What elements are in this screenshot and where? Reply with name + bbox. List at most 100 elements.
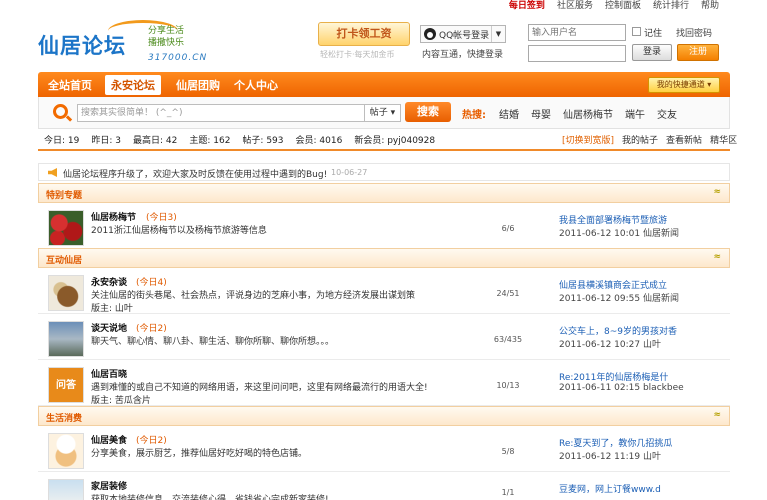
forum-counts: 10/13 (496, 381, 520, 390)
help-link[interactable]: 帮助 (701, 0, 719, 12)
control-panel-link[interactable]: 控制面板 (605, 0, 641, 12)
forum-counts: 6/6 (501, 224, 515, 233)
forum-moderators[interactable]: 版主: 苦瓜含片 (91, 393, 151, 406)
collapse-icon[interactable]: ≈ (713, 252, 721, 262)
hot-tag[interactable]: 结婚 (499, 106, 519, 121)
hot-tag[interactable]: 母婴 (531, 106, 551, 121)
stat-highest: 最高日: 42 (132, 136, 178, 146)
qq-login-button[interactable]: QQ帐号登录 ▼ (420, 25, 506, 43)
remember-checkbox[interactable] (632, 27, 641, 36)
collapse-icon[interactable]: ≈ (713, 187, 721, 197)
search-icon (53, 104, 68, 119)
forum-name[interactable]: 仙居百晓 (91, 367, 127, 380)
forum-thumbnail[interactable] (48, 479, 84, 500)
password-input[interactable] (528, 45, 626, 62)
community-service-link[interactable]: 社区服务 (557, 0, 593, 12)
hot-tag[interactable]: 仙居杨梅节 (563, 106, 613, 121)
collapse-icon[interactable]: ≈ (713, 410, 721, 420)
forum-moderators[interactable]: 版主: 山叶 (91, 301, 133, 314)
quick-access-dropdown[interactable]: 我的快捷通道 ▾ (648, 77, 720, 93)
forum-thumbnail[interactable] (48, 210, 84, 246)
login-button[interactable]: 登录 (632, 44, 672, 61)
hot-search-tags: 结婚 母婴 仙居杨梅节 端午 交友 (499, 106, 677, 121)
forum-name[interactable]: 永安杂谈 (91, 275, 127, 288)
category-title[interactable]: 特别专题 (46, 188, 82, 201)
username-input[interactable] (528, 24, 626, 41)
nav-item-yongan-forum[interactable]: 永安论坛 (105, 75, 161, 95)
forum-row: 家居装修 获取本地装修信息，交流装修心得，省钱省心完成新家装修! 1/1 豆麦网… (38, 472, 730, 500)
stat-today: 今日: 19 (44, 136, 80, 146)
digest-link[interactable]: 精华区 (710, 133, 737, 146)
forum-thumbnail[interactable]: 问答 (48, 367, 84, 403)
stat-new-member[interactable]: 新会员: pyj040928 (354, 133, 435, 146)
category-title[interactable]: 互动仙居 (46, 253, 82, 266)
daily-sign-in-link[interactable]: 每日签到 (509, 0, 545, 12)
nav-item-group-buy[interactable]: 仙居团购 (176, 77, 220, 93)
last-post-meta: 2011-06-12 11:19 山叶 (559, 452, 661, 462)
chevron-down-icon[interactable]: ▼ (491, 26, 505, 42)
stats-ranking-link[interactable]: 统计排行 (653, 0, 689, 12)
forum-thumbnail[interactable] (48, 275, 84, 311)
find-password-link[interactable]: 找回密码 (676, 26, 712, 39)
top-utility-bar: 每日签到 社区服务 控制面板 统计排行 帮助 (0, 0, 767, 12)
logo-name: 仙居论坛 (38, 33, 126, 58)
search-type-select[interactable]: 帖子 ▾ (365, 104, 401, 122)
hot-tag[interactable]: 交友 (657, 106, 677, 121)
announcement-date: 10-06-27 (331, 168, 368, 177)
punch-card-subtext: 轻松打卡·每天加金币 (320, 50, 395, 59)
logo-slogan-line-2: 播撒快乐 (148, 38, 185, 48)
section-divider (38, 149, 730, 151)
qq-login-subtext: 内容互通，快捷登录 (422, 50, 504, 60)
remember-label: 记住 (644, 29, 663, 39)
last-post-title[interactable]: 仙居县横溪镇商会正式成立 (559, 278, 709, 291)
forum-counts: 24/51 (496, 289, 520, 298)
category-title[interactable]: 生活消费 (46, 411, 82, 424)
punch-card-button[interactable]: 打卡领工资 (318, 22, 410, 46)
last-post-title[interactable]: 我县全面部署杨梅节暨旅游 (559, 213, 709, 226)
forum-row: 永安杂谈 (今日4) 关注仙居的街头巷尾、社会热点，评说身边的芝麻小事，为地方经… (38, 268, 730, 314)
forum-thumbnail[interactable] (48, 321, 84, 357)
hot-tag[interactable]: 端午 (625, 106, 645, 121)
announcement-text[interactable]: 仙居论坛程序升级了，欢迎大家及时反馈在使用过程中遇到的Bug! (63, 167, 327, 180)
forum-description: 分享美食，展示厨艺，推荐仙居好吃好喝的特色店铺。 (91, 449, 308, 459)
new-posts-link[interactable]: 查看新帖 (666, 133, 702, 146)
forum-row: 谈天说地 (今日2) 聊天气、聊心情、聊八卦、聊生活、聊你所聊、聊你所想。。。 … (38, 314, 730, 360)
forum-name[interactable]: 仙居美食 (91, 433, 127, 446)
forum-today-count: (今日2) (136, 436, 167, 446)
forum-counts: 1/1 (501, 488, 515, 497)
forum-thumbnail[interactable] (48, 433, 84, 469)
last-post-title[interactable]: Re:2011年的仙居杨梅是什 (559, 370, 709, 383)
category-header: 互动仙居 ≈ (38, 248, 730, 268)
last-post-title[interactable]: 豆麦网，网上订餐www.d (559, 482, 709, 495)
last-post-title[interactable]: 公交车上，8~9岁的男孩对香 (559, 324, 709, 337)
switch-wide-link[interactable]: [切换到宽版] (562, 133, 614, 146)
nav-item-home[interactable]: 全站首页 (48, 77, 92, 93)
logo-slogan-line-1: 分享生活 (148, 26, 185, 36)
forum-row: 问答 仙居百晓 遇到难懂的或自己不知道的网络用语，来这里问问吧，这里有网络最流行… (38, 360, 730, 406)
main-nav: 全站首页 永安论坛 仙居团购 个人中心 我的快捷通道 ▾ (38, 72, 730, 97)
register-button[interactable]: 注册 (677, 44, 719, 61)
quick-access-label: 我的快捷通道 (656, 80, 705, 89)
forum-row: 仙居杨梅节 (今日3) 2011浙江仙居杨梅节以及杨梅节旅游等信息 6/6 我县… (38, 203, 730, 249)
logo-domain: 317000.CN (148, 53, 208, 63)
forum-name[interactable]: 谈天说地 (91, 321, 127, 334)
forum-description: 聊天气、聊心情、聊八卦、聊生活、聊你所聊、聊你所想。。。 (91, 337, 335, 347)
forum-description: 关注仙居的街头巷尾、社会热点，评说身边的芝麻小事，为地方经济发展出谋划策 (91, 291, 416, 301)
stat-topics: 主题: 162 (189, 136, 231, 146)
forum-name[interactable]: 家居装修 (91, 479, 127, 492)
forum-today-count: (今日3) (146, 213, 177, 223)
search-type-label: 帖子 (369, 108, 388, 118)
stats-links: [切换到宽版] 我的帖子 查看新帖 精华区 (562, 133, 737, 146)
announcement-bar: 仙居论坛程序升级了，欢迎大家及时反馈在使用过程中遇到的Bug! 10-06-27 (38, 163, 730, 181)
search-input[interactable]: 搜索其实很简单！ (^_^) (77, 104, 365, 122)
forum-counts: 63/435 (493, 335, 523, 344)
forum-stats: 今日: 19 昨日: 3 最高日: 42 主题: 162 帖子: 593 会员:… (44, 133, 435, 146)
logo-slogan: 分享生活 播撒快乐 (148, 25, 184, 49)
last-post-title[interactable]: Re:夏天到了，教你几招挑瓜 (559, 436, 709, 449)
my-posts-link[interactable]: 我的帖子 (622, 133, 658, 146)
nav-item-personal-center[interactable]: 个人中心 (234, 77, 278, 93)
site-logo[interactable]: 仙居论坛 分享生活 播撒快乐 317000.CN (38, 20, 238, 64)
qq-login-label: QQ帐号登录 (439, 30, 490, 41)
forum-name[interactable]: 仙居杨梅节 (91, 210, 136, 223)
search-button[interactable]: 搜索 (405, 102, 451, 122)
